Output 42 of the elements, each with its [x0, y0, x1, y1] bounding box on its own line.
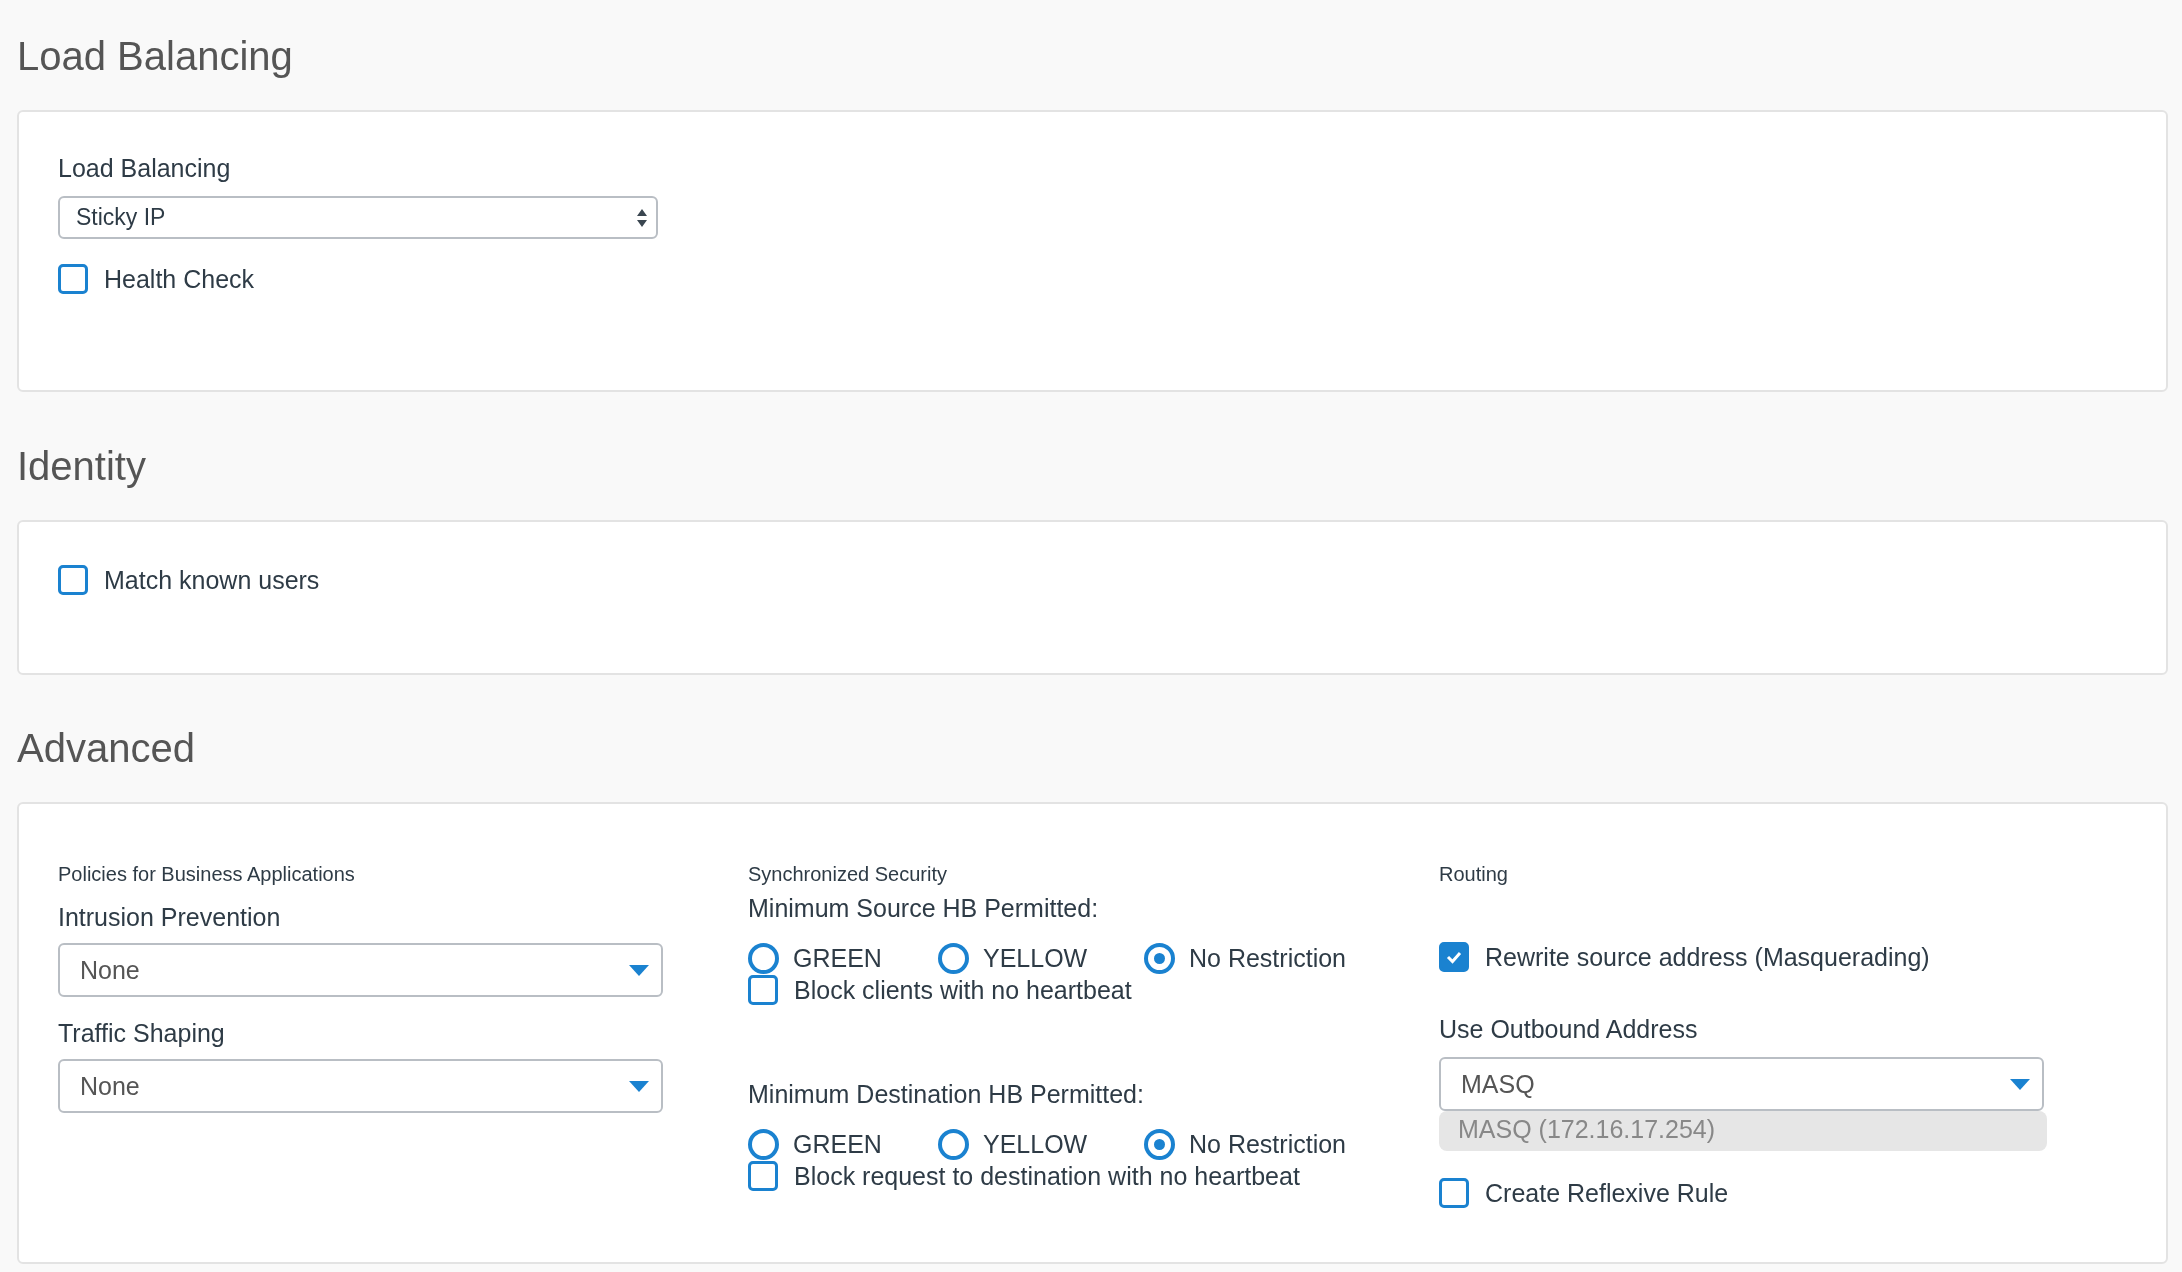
field-label: Load Balancing [58, 153, 232, 184]
radio-label: GREEN [793, 1129, 882, 1160]
radio-button[interactable] [938, 942, 969, 974]
group-title: Routing [1439, 862, 1509, 887]
radio-label: GREEN [793, 943, 882, 974]
checkbox-label: Rewrite source address (Masquerading) [1485, 942, 1930, 973]
section-heading: Identity [17, 443, 147, 490]
field-label: Minimum Source HB Permitted: [748, 893, 1100, 924]
caret-icon [629, 964, 649, 976]
section-heading: Load Balancing [17, 33, 294, 80]
checkbox-label: Match known users [104, 565, 320, 596]
checkbox[interactable] [58, 264, 88, 294]
field-label: Minimum Destination HB Permitted: [748, 1079, 1145, 1110]
checkbox-label: Create Reflexive Rule [1485, 1178, 1729, 1209]
radio-button[interactable] [938, 1128, 969, 1160]
checkbox[interactable] [58, 565, 88, 595]
field-label: Intrusion Prevention [58, 902, 282, 933]
caret-icon [2010, 1078, 2030, 1090]
radio-button[interactable] [1144, 942, 1175, 974]
radio-button[interactable] [1144, 1128, 1175, 1160]
checkbox[interactable] [748, 975, 778, 1005]
up-down-arrows-icon [636, 207, 648, 228]
field-label: Use Outbound Address [1439, 1014, 1699, 1045]
radio-label: YELLOW [983, 1129, 1088, 1160]
section-heading: Advanced [17, 725, 196, 772]
radio-label: No Restriction [1189, 943, 1346, 974]
select-field[interactable]: Sticky IP [58, 196, 658, 239]
checkbox[interactable] [1439, 1178, 1469, 1208]
radio-label: No Restriction [1189, 1129, 1346, 1160]
group-title: Synchronized Security [748, 862, 948, 887]
checkbox-label: Block request to destination with no heartbeat [794, 1161, 1300, 1192]
checkbox[interactable] [1439, 942, 1469, 972]
radio-label: YELLOW [983, 943, 1088, 974]
checkbox-label: Block clients with no heartbeat [794, 975, 1132, 1006]
checkbox-label: Health Check [104, 264, 255, 295]
group-title: Policies for Business Applications [58, 862, 356, 887]
field-label: Traffic Shaping [58, 1018, 226, 1049]
select-field[interactable]: None [58, 943, 663, 997]
select-field[interactable]: None [58, 1059, 663, 1113]
caret-icon [629, 1080, 649, 1092]
select-field[interactable]: MASQ [1439, 1057, 2044, 1111]
checkbox[interactable] [748, 1161, 778, 1191]
